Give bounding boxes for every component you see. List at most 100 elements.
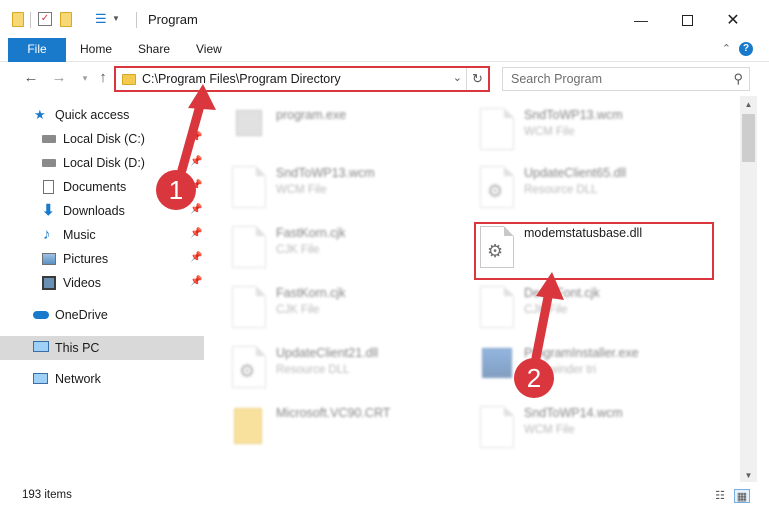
- list-item[interactable]: FastKorn.cjk CJK File: [232, 284, 470, 340]
- file-icon: [232, 166, 266, 208]
- file-name: SndToWP14.wcm: [524, 406, 623, 420]
- list-item[interactable]: SndToWP13.wcm WCM File: [480, 106, 718, 162]
- step-2-badge: 2: [514, 358, 554, 398]
- file-icon: [232, 226, 266, 268]
- folder-icon: [122, 74, 136, 85]
- step-1-badge: 1: [156, 170, 196, 210]
- pin-icon[interactable]: 📌: [190, 204, 202, 215]
- chevron-down-icon[interactable]: ⌄: [453, 71, 462, 84]
- pin-icon[interactable]: 📌: [190, 252, 202, 263]
- new-folder-icon[interactable]: [60, 12, 74, 27]
- file-name: DesktFont.cjk: [524, 286, 600, 300]
- properties-icon[interactable]: ✓: [38, 12, 52, 26]
- videos-icon: [42, 276, 56, 290]
- file-list: program.exe SndToWP13.wcm WCM File FastK…: [204, 98, 740, 480]
- file-name: UpdateClient65.dll: [524, 166, 627, 180]
- file-type: Resource DLL: [524, 184, 598, 196]
- sidebar-item-music[interactable]: ♪ Music 📌: [0, 224, 204, 246]
- sidebar-item-label: Downloads: [63, 204, 125, 218]
- scroll-down-icon[interactable]: ▼: [740, 471, 757, 480]
- search-icon[interactable]: ⚲: [733, 71, 743, 87]
- computer-icon: [33, 341, 49, 352]
- pin-icon[interactable]: 📌: [190, 276, 202, 287]
- pictures-icon: [42, 253, 56, 265]
- dll-file-icon: ⚙: [480, 166, 514, 208]
- file-icon: [480, 108, 514, 150]
- file-type: CJK File: [276, 244, 320, 256]
- sidebar-item-label: OneDrive: [55, 308, 108, 322]
- file-icon: [480, 406, 514, 448]
- minimize-icon: —: [634, 12, 648, 28]
- file-type: Resource DLL: [276, 364, 350, 376]
- tab-view[interactable]: View: [182, 38, 236, 62]
- refresh-icon[interactable]: ↻: [466, 68, 488, 90]
- sidebar-item-label: Documents: [63, 180, 127, 194]
- file-name: SndToWP13.wcm: [276, 166, 375, 180]
- sidebar-item-label: Local Disk (C:): [63, 132, 145, 146]
- pin-icon[interactable]: 📌: [190, 132, 202, 143]
- pin-icon[interactable]: 📌: [190, 228, 202, 239]
- sidebar-item-pictures[interactable]: Pictures 📌: [0, 248, 204, 270]
- collapse-ribbon-icon[interactable]: ⌃: [722, 42, 731, 55]
- tab-file[interactable]: File: [8, 38, 66, 62]
- folder-icon: [234, 408, 262, 444]
- vertical-scrollbar[interactable]: ▲ ▼: [740, 96, 757, 482]
- recent-locations-icon[interactable]: ▾: [76, 73, 94, 84]
- back-arrow-icon[interactable]: ←: [22, 69, 40, 86]
- file-icon: [232, 286, 266, 328]
- ribbon: File Home Share View ⌃ ?: [0, 38, 769, 62]
- pin-icon[interactable]: 📌: [190, 156, 202, 167]
- sidebar-item-label: This PC: [55, 341, 100, 355]
- sidebar-item-this-pc[interactable]: This PC: [0, 336, 204, 360]
- file-type: WCM File: [524, 424, 575, 436]
- list-item[interactable]: ⚙ UpdateClient65.dll Resource DLL: [480, 164, 718, 220]
- window-title: Program: [148, 12, 198, 27]
- network-icon: [33, 373, 48, 384]
- scroll-thumb[interactable]: [742, 114, 755, 162]
- chevron-down-icon[interactable]: ▼: [112, 12, 126, 26]
- sidebar-item-local-disk-c[interactable]: Local Disk (C:) 📌: [0, 128, 204, 150]
- up-arrow-icon[interactable]: ↑: [94, 69, 112, 86]
- sidebar-item-network[interactable]: Network: [0, 368, 204, 390]
- downloads-icon: ⬇: [42, 202, 55, 219]
- sidebar-item-quick-access[interactable]: ★ Quick access: [0, 104, 204, 126]
- toolbar-divider: [30, 12, 31, 28]
- search-box[interactable]: ⚲: [502, 67, 750, 91]
- file-icon: [480, 286, 514, 328]
- documents-icon: [43, 180, 54, 194]
- large-icons-view-icon[interactable]: ▦: [734, 489, 750, 503]
- address-path[interactable]: C:\Program Files\Program Directory: [142, 72, 341, 86]
- navigation-pane: ★ Quick access Local Disk (C:) 📌 Local D…: [0, 98, 204, 478]
- list-item[interactable]: SndToWP14.wcm WCM File: [480, 404, 718, 460]
- details-view-icon[interactable]: ☷: [712, 489, 728, 503]
- file-name: ProgramInstaller.exe: [524, 346, 639, 360]
- title-divider: [136, 12, 137, 28]
- tab-share[interactable]: Share: [124, 38, 184, 62]
- address-bar[interactable]: C:\Program Files\Program Directory ⌄ ↻: [114, 66, 490, 92]
- maximize-button[interactable]: [664, 6, 710, 34]
- search-input[interactable]: [503, 68, 723, 90]
- star-icon: ★: [34, 107, 46, 122]
- sidebar-item-label: Pictures: [63, 252, 109, 266]
- scroll-up-icon[interactable]: ▲: [740, 100, 757, 109]
- close-button[interactable]: ✕: [710, 6, 756, 34]
- forward-arrow-icon[interactable]: →: [50, 69, 68, 86]
- list-item[interactable]: Microsoft.VC90.CRT: [232, 404, 470, 460]
- customize-toolbar-icon[interactable]: ☰: [95, 12, 109, 26]
- list-item[interactable]: program.exe: [232, 106, 470, 162]
- sidebar-item-label: Quick access: [55, 108, 130, 122]
- list-item[interactable]: FastKorn.cjk CJK File: [232, 224, 470, 280]
- close-icon: ✕: [726, 12, 740, 29]
- help-icon[interactable]: ?: [739, 42, 753, 56]
- list-item[interactable]: SndToWP13.wcm WCM File: [232, 164, 470, 220]
- sidebar-item-onedrive[interactable]: OneDrive: [0, 304, 204, 326]
- list-item[interactable]: DesktFont.cjk CJK File: [480, 284, 718, 340]
- sidebar-item-label: Network: [55, 372, 101, 386]
- title-bar: ✓ ☰ ▼ Program — ✕: [0, 0, 769, 38]
- sidebar-item-label: Music: [63, 228, 96, 242]
- minimize-button[interactable]: —: [618, 6, 664, 34]
- sidebar-item-videos[interactable]: Videos 📌: [0, 272, 204, 294]
- tab-home[interactable]: Home: [66, 38, 126, 62]
- list-item[interactable]: ⚙ UpdateClient21.dll Resource DLL: [232, 344, 470, 400]
- sidebar-item-label: Local Disk (D:): [63, 156, 145, 170]
